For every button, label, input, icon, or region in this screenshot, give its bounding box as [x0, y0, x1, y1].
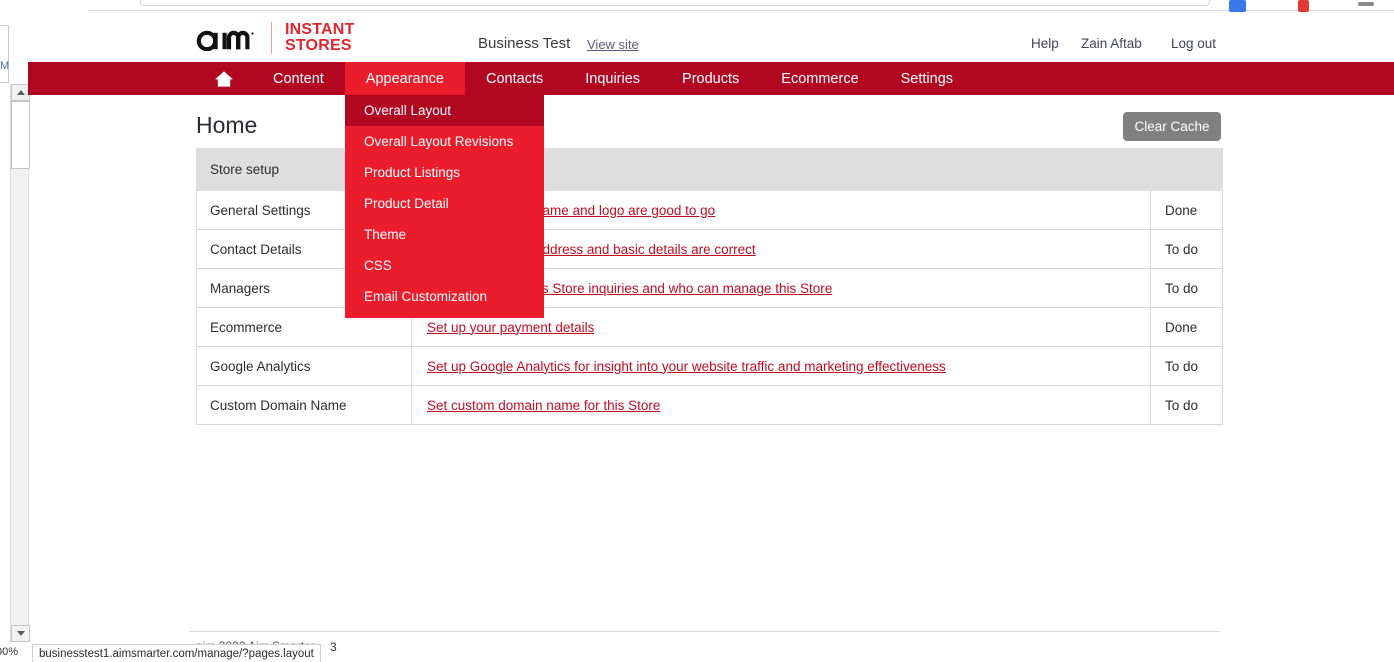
scrollbar-thumb[interactable]: [11, 101, 30, 169]
nav-item-settings[interactable]: Settings: [880, 62, 974, 95]
menu-item-email-customization[interactable]: Email Customization: [345, 281, 544, 312]
browser-chrome-divider: [88, 10, 1394, 11]
view-site-link[interactable]: View site: [587, 37, 639, 52]
nav-item-ecommerce[interactable]: Ecommerce: [760, 62, 879, 95]
row-action-link[interactable]: Set up your payment details: [427, 320, 594, 335]
chevron-down-icon: [16, 631, 25, 636]
home-icon: [215, 70, 233, 87]
app-header: INSTANT STORES Business Test View site H…: [196, 18, 1394, 62]
nav-item-home[interactable]: [196, 62, 252, 95]
browser-zoom-indicator: 00%: [0, 646, 19, 658]
row-action-link[interactable]: Set custom domain name for this Store: [427, 398, 660, 413]
nav-item-products[interactable]: Products: [661, 62, 760, 95]
nav-item-inquiries[interactable]: Inquiries: [564, 62, 661, 95]
row-action: Set up Google Analytics for insight into…: [411, 346, 1151, 386]
account-menu-link[interactable]: Zain Aftab: [1081, 36, 1142, 51]
chevron-up-icon: [16, 90, 25, 95]
left-panel-glyph-icon: M: [0, 60, 10, 72]
menu-item-css[interactable]: CSS: [345, 250, 544, 281]
wordmark-line-1: INSTANT: [285, 21, 355, 38]
nav-item-appearance[interactable]: Appearance: [344, 62, 465, 95]
extension-badge-red-icon[interactable]: [1298, 0, 1309, 12]
row-status: To do: [1150, 229, 1223, 269]
menu-item-theme[interactable]: Theme: [345, 219, 544, 250]
row-status: To do: [1150, 268, 1223, 308]
footer-page-number: 3: [330, 640, 337, 654]
menu-item-overall-layout[interactable]: Overall Layout: [345, 95, 544, 126]
row-label: Custom Domain Name: [196, 385, 412, 425]
row-label: Google Analytics: [196, 346, 412, 386]
menu-item-overall-layout-revisions[interactable]: Overall Layout Revisions: [345, 126, 544, 157]
main-navigation-bar: Content Appearance Contacts Inquiries Pr…: [28, 62, 1394, 95]
help-link[interactable]: Help: [1031, 36, 1059, 51]
table-row: Google Analytics Set up Google Analytics…: [196, 346, 1223, 386]
aim-logo-icon: [196, 30, 254, 51]
store-name: Business Test: [478, 35, 571, 52]
scrollbar-down-button[interactable]: [11, 625, 30, 642]
row-action: Set custom domain name for this Store: [411, 385, 1151, 425]
row-status: To do: [1150, 346, 1223, 386]
browser-menu-icon[interactable]: [1358, 2, 1374, 6]
page-title: Home: [196, 112, 258, 138]
table-header-status: [1150, 148, 1223, 191]
extension-badge-blue-icon[interactable]: [1229, 0, 1246, 12]
row-action-link[interactable]: Set up Google Analytics for insight into…: [427, 359, 946, 374]
browser-tab-strip[interactable]: [140, 0, 1210, 6]
logo-divider: [271, 22, 272, 54]
appearance-dropdown-menu: Overall Layout Overall Layout Revisions …: [345, 95, 544, 318]
wordmark-line-2: STORES: [285, 37, 352, 54]
brand-logo[interactable]: INSTANT STORES: [196, 22, 355, 54]
row-status: Done: [1150, 190, 1223, 230]
page-scrollbar[interactable]: [10, 84, 30, 642]
nav-item-contacts[interactable]: Contacts: [465, 62, 564, 95]
instant-stores-wordmark: INSTANT STORES: [285, 22, 355, 54]
menu-item-product-listings[interactable]: Product Listings: [345, 157, 544, 188]
logout-link[interactable]: Log out: [1171, 36, 1216, 51]
footer-divider: [189, 631, 1220, 632]
row-status: To do: [1150, 385, 1223, 425]
browser-status-url: businesstest1.aimsmarter.com/manage/?pag…: [32, 644, 321, 662]
table-row: Custom Domain Name Set custom domain nam…: [196, 385, 1223, 425]
menu-item-product-detail[interactable]: Product Detail: [345, 188, 544, 219]
left-docked-panel-fragment: [0, 25, 9, 83]
nav-item-content[interactable]: Content: [252, 62, 345, 95]
clear-cache-button[interactable]: Clear Cache: [1123, 112, 1221, 141]
row-status: Done: [1150, 307, 1223, 347]
main-navigation-items: Content Appearance Contacts Inquiries Pr…: [196, 62, 974, 95]
